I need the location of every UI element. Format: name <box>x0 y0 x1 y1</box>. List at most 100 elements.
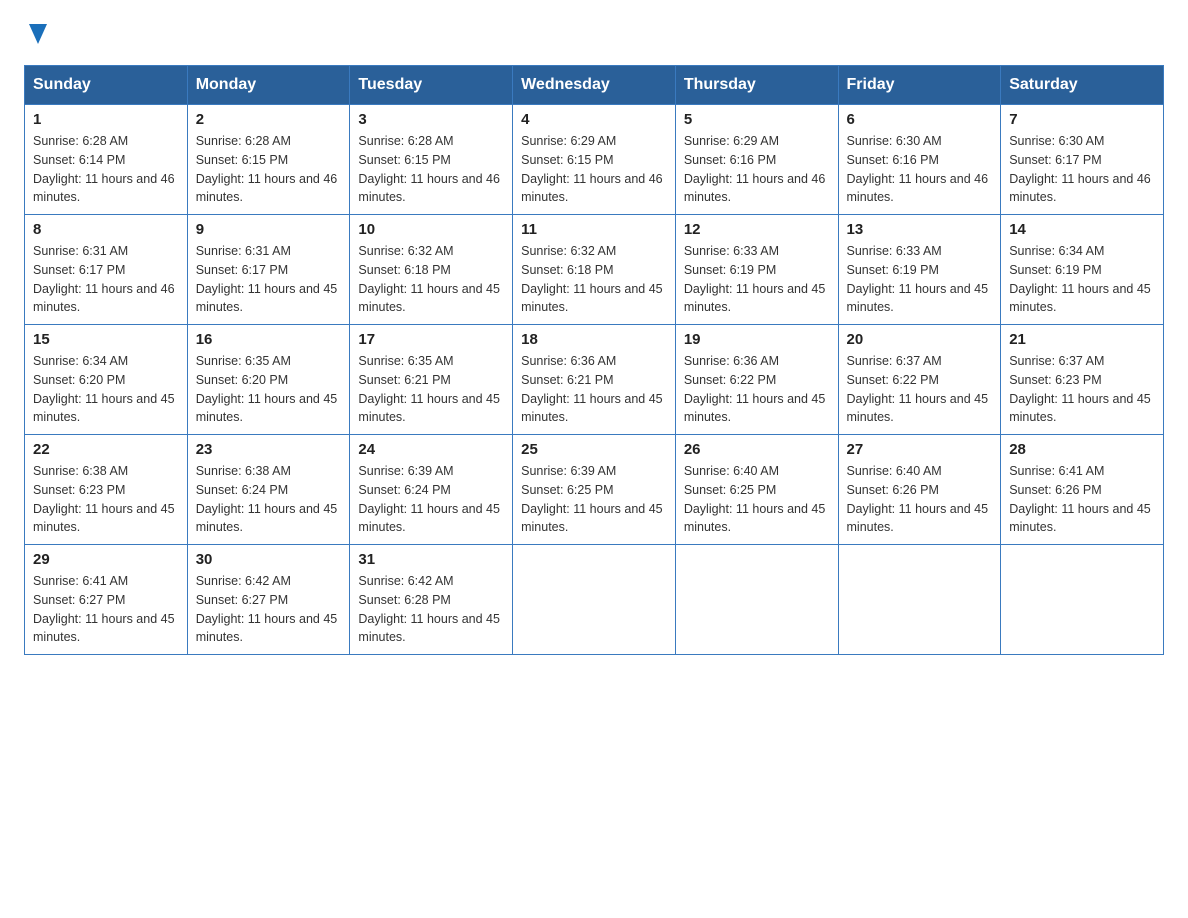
day-number: 1 <box>33 111 179 128</box>
day-number: 13 <box>847 221 993 238</box>
day-info: Sunrise: 6:34 AMSunset: 6:19 PMDaylight:… <box>1009 242 1155 317</box>
day-number: 16 <box>196 331 342 348</box>
day-number: 8 <box>33 221 179 238</box>
day-number: 24 <box>358 441 504 458</box>
calendar-header-friday: Friday <box>838 66 1001 105</box>
calendar-header-row: SundayMondayTuesdayWednesdayThursdayFrid… <box>25 66 1164 105</box>
calendar-cell: 21 Sunrise: 6:37 AMSunset: 6:23 PMDaylig… <box>1001 325 1164 435</box>
calendar-cell: 8 Sunrise: 6:31 AMSunset: 6:17 PMDayligh… <box>25 215 188 325</box>
calendar-cell: 22 Sunrise: 6:38 AMSunset: 6:23 PMDaylig… <box>25 435 188 545</box>
calendar-cell: 7 Sunrise: 6:30 AMSunset: 6:17 PMDayligh… <box>1001 105 1164 215</box>
calendar-week-row: 8 Sunrise: 6:31 AMSunset: 6:17 PMDayligh… <box>25 215 1164 325</box>
day-number: 19 <box>684 331 830 348</box>
day-info: Sunrise: 6:39 AMSunset: 6:25 PMDaylight:… <box>521 462 667 537</box>
calendar-header-wednesday: Wednesday <box>513 66 676 105</box>
day-info: Sunrise: 6:29 AMSunset: 6:16 PMDaylight:… <box>684 132 830 207</box>
day-info: Sunrise: 6:41 AMSunset: 6:27 PMDaylight:… <box>33 572 179 647</box>
calendar-cell: 11 Sunrise: 6:32 AMSunset: 6:18 PMDaylig… <box>513 215 676 325</box>
day-info: Sunrise: 6:38 AMSunset: 6:23 PMDaylight:… <box>33 462 179 537</box>
day-info: Sunrise: 6:33 AMSunset: 6:19 PMDaylight:… <box>684 242 830 317</box>
logo <box>24 24 47 49</box>
calendar-week-row: 15 Sunrise: 6:34 AMSunset: 6:20 PMDaylig… <box>25 325 1164 435</box>
day-info: Sunrise: 6:37 AMSunset: 6:22 PMDaylight:… <box>847 352 993 427</box>
calendar-cell: 4 Sunrise: 6:29 AMSunset: 6:15 PMDayligh… <box>513 105 676 215</box>
day-info: Sunrise: 6:40 AMSunset: 6:25 PMDaylight:… <box>684 462 830 537</box>
day-number: 6 <box>847 111 993 128</box>
calendar-week-row: 29 Sunrise: 6:41 AMSunset: 6:27 PMDaylig… <box>25 545 1164 655</box>
calendar-header-tuesday: Tuesday <box>350 66 513 105</box>
day-info: Sunrise: 6:33 AMSunset: 6:19 PMDaylight:… <box>847 242 993 317</box>
calendar-cell: 25 Sunrise: 6:39 AMSunset: 6:25 PMDaylig… <box>513 435 676 545</box>
day-number: 9 <box>196 221 342 238</box>
day-number: 10 <box>358 221 504 238</box>
day-number: 21 <box>1009 331 1155 348</box>
calendar-cell: 16 Sunrise: 6:35 AMSunset: 6:20 PMDaylig… <box>187 325 350 435</box>
day-number: 15 <box>33 331 179 348</box>
day-number: 28 <box>1009 441 1155 458</box>
calendar-cell: 17 Sunrise: 6:35 AMSunset: 6:21 PMDaylig… <box>350 325 513 435</box>
day-info: Sunrise: 6:42 AMSunset: 6:28 PMDaylight:… <box>358 572 504 647</box>
calendar-cell <box>675 545 838 655</box>
day-info: Sunrise: 6:38 AMSunset: 6:24 PMDaylight:… <box>196 462 342 537</box>
day-info: Sunrise: 6:28 AMSunset: 6:15 PMDaylight:… <box>196 132 342 207</box>
calendar-cell: 19 Sunrise: 6:36 AMSunset: 6:22 PMDaylig… <box>675 325 838 435</box>
day-number: 20 <box>847 331 993 348</box>
day-info: Sunrise: 6:29 AMSunset: 6:15 PMDaylight:… <box>521 132 667 207</box>
calendar-header-monday: Monday <box>187 66 350 105</box>
calendar-cell: 6 Sunrise: 6:30 AMSunset: 6:16 PMDayligh… <box>838 105 1001 215</box>
calendar-cell: 29 Sunrise: 6:41 AMSunset: 6:27 PMDaylig… <box>25 545 188 655</box>
calendar-cell: 23 Sunrise: 6:38 AMSunset: 6:24 PMDaylig… <box>187 435 350 545</box>
day-info: Sunrise: 6:40 AMSunset: 6:26 PMDaylight:… <box>847 462 993 537</box>
calendar-cell: 9 Sunrise: 6:31 AMSunset: 6:17 PMDayligh… <box>187 215 350 325</box>
day-info: Sunrise: 6:32 AMSunset: 6:18 PMDaylight:… <box>358 242 504 317</box>
day-number: 3 <box>358 111 504 128</box>
calendar-cell: 26 Sunrise: 6:40 AMSunset: 6:25 PMDaylig… <box>675 435 838 545</box>
calendar-header-saturday: Saturday <box>1001 66 1164 105</box>
calendar-cell: 13 Sunrise: 6:33 AMSunset: 6:19 PMDaylig… <box>838 215 1001 325</box>
day-info: Sunrise: 6:42 AMSunset: 6:27 PMDaylight:… <box>196 572 342 647</box>
calendar-header-thursday: Thursday <box>675 66 838 105</box>
calendar-cell: 5 Sunrise: 6:29 AMSunset: 6:16 PMDayligh… <box>675 105 838 215</box>
day-info: Sunrise: 6:34 AMSunset: 6:20 PMDaylight:… <box>33 352 179 427</box>
calendar-cell: 1 Sunrise: 6:28 AMSunset: 6:14 PMDayligh… <box>25 105 188 215</box>
calendar-cell <box>1001 545 1164 655</box>
day-info: Sunrise: 6:39 AMSunset: 6:24 PMDaylight:… <box>358 462 504 537</box>
day-number: 2 <box>196 111 342 128</box>
day-info: Sunrise: 6:36 AMSunset: 6:21 PMDaylight:… <box>521 352 667 427</box>
calendar-cell: 15 Sunrise: 6:34 AMSunset: 6:20 PMDaylig… <box>25 325 188 435</box>
day-info: Sunrise: 6:35 AMSunset: 6:20 PMDaylight:… <box>196 352 342 427</box>
calendar-header-sunday: Sunday <box>25 66 188 105</box>
day-info: Sunrise: 6:41 AMSunset: 6:26 PMDaylight:… <box>1009 462 1155 537</box>
logo-arrow-icon <box>29 24 47 49</box>
day-number: 30 <box>196 551 342 568</box>
calendar-week-row: 22 Sunrise: 6:38 AMSunset: 6:23 PMDaylig… <box>25 435 1164 545</box>
day-info: Sunrise: 6:28 AMSunset: 6:14 PMDaylight:… <box>33 132 179 207</box>
day-info: Sunrise: 6:30 AMSunset: 6:17 PMDaylight:… <box>1009 132 1155 207</box>
day-number: 31 <box>358 551 504 568</box>
calendar-cell: 14 Sunrise: 6:34 AMSunset: 6:19 PMDaylig… <box>1001 215 1164 325</box>
day-number: 26 <box>684 441 830 458</box>
day-number: 29 <box>33 551 179 568</box>
calendar-cell: 30 Sunrise: 6:42 AMSunset: 6:27 PMDaylig… <box>187 545 350 655</box>
day-info: Sunrise: 6:35 AMSunset: 6:21 PMDaylight:… <box>358 352 504 427</box>
calendar-cell: 10 Sunrise: 6:32 AMSunset: 6:18 PMDaylig… <box>350 215 513 325</box>
calendar-cell <box>838 545 1001 655</box>
day-info: Sunrise: 6:28 AMSunset: 6:15 PMDaylight:… <box>358 132 504 207</box>
calendar-cell <box>513 545 676 655</box>
day-number: 25 <box>521 441 667 458</box>
calendar-week-row: 1 Sunrise: 6:28 AMSunset: 6:14 PMDayligh… <box>25 105 1164 215</box>
day-info: Sunrise: 6:31 AMSunset: 6:17 PMDaylight:… <box>196 242 342 317</box>
day-number: 14 <box>1009 221 1155 238</box>
calendar-cell: 2 Sunrise: 6:28 AMSunset: 6:15 PMDayligh… <box>187 105 350 215</box>
day-number: 27 <box>847 441 993 458</box>
calendar-cell: 28 Sunrise: 6:41 AMSunset: 6:26 PMDaylig… <box>1001 435 1164 545</box>
day-number: 12 <box>684 221 830 238</box>
calendar-cell: 3 Sunrise: 6:28 AMSunset: 6:15 PMDayligh… <box>350 105 513 215</box>
day-number: 22 <box>33 441 179 458</box>
day-info: Sunrise: 6:32 AMSunset: 6:18 PMDaylight:… <box>521 242 667 317</box>
day-number: 7 <box>1009 111 1155 128</box>
day-info: Sunrise: 6:31 AMSunset: 6:17 PMDaylight:… <box>33 242 179 317</box>
calendar-cell: 31 Sunrise: 6:42 AMSunset: 6:28 PMDaylig… <box>350 545 513 655</box>
page-header <box>24 24 1164 49</box>
day-info: Sunrise: 6:37 AMSunset: 6:23 PMDaylight:… <box>1009 352 1155 427</box>
